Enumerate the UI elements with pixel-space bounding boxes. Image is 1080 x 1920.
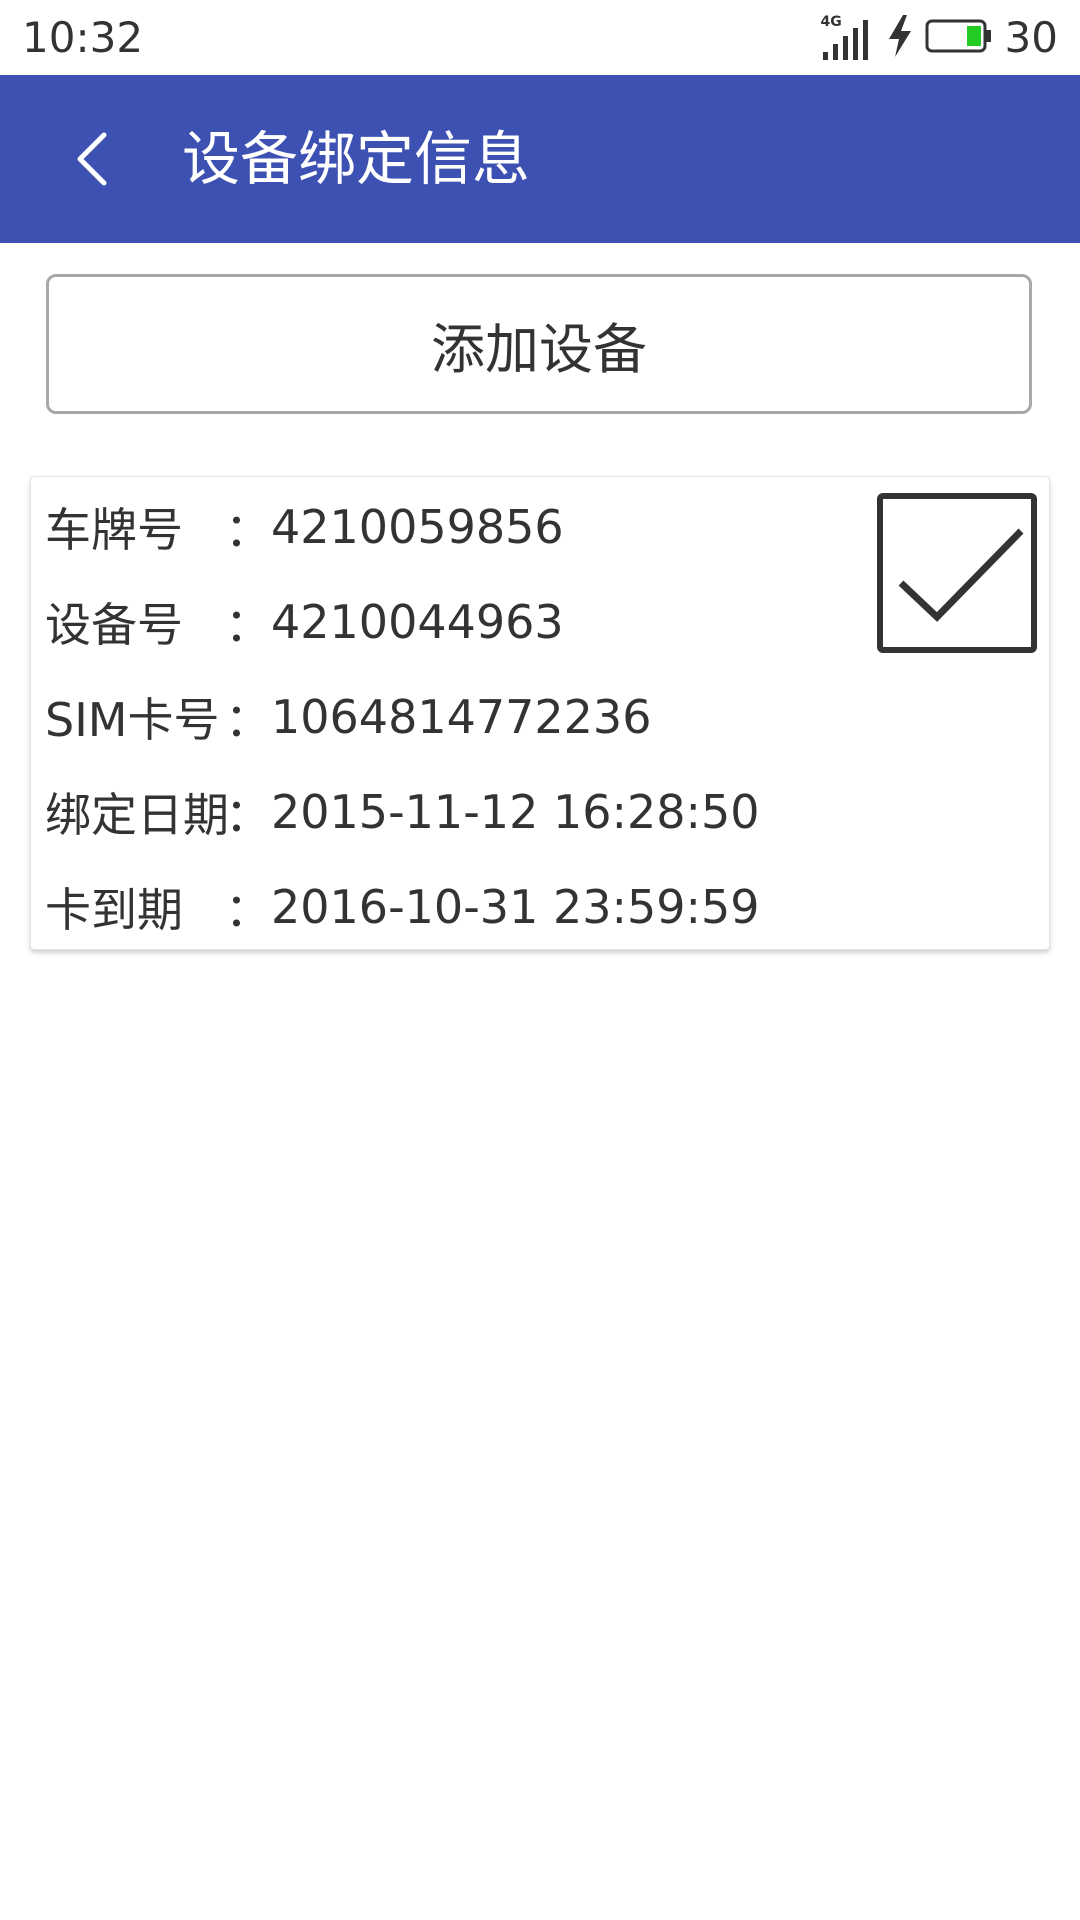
chevron-left-icon <box>77 132 107 186</box>
info-colon: ： <box>225 503 271 557</box>
back-button[interactable] <box>50 117 134 201</box>
info-colon: ： <box>225 598 271 652</box>
info-colon: ： <box>225 883 271 937</box>
info-label: 设备号 <box>45 598 183 652</box>
device-number-row: 设备号 ： 4210044963 <box>45 592 564 652</box>
info-value: 4210044963 <box>271 595 564 649</box>
card-expiry-row: 卡到期 ： 2016-10-31 23:59:59 <box>45 877 760 937</box>
device-card[interactable]: 车牌号 ： 4210059856 设备号 ： 4210044963 SIM卡号 … <box>30 476 1050 950</box>
info-colon: ： <box>225 693 271 747</box>
info-label: 车牌号 <box>45 503 183 557</box>
network-type: 4G <box>820 14 842 30</box>
page-title: 设备绑定信息 <box>182 125 531 193</box>
info-value: 2016-10-31 23:59:59 <box>271 880 760 934</box>
status-bar: 10:32 4G 30 <box>0 0 1080 75</box>
info-label: 卡到期 <box>45 883 183 937</box>
app-bar: 设备绑定信息 <box>0 75 1080 243</box>
info-label: SIM卡号 <box>45 693 220 747</box>
charging-icon <box>887 15 913 61</box>
info-value: 1064814772236 <box>271 690 652 744</box>
signal-icon: 4G <box>819 14 875 60</box>
bind-date-row: 绑定日期 ： 2015-11-12 16:28:50 <box>45 782 760 842</box>
check-icon <box>898 528 1024 622</box>
add-device-button[interactable]: 添加设备 <box>46 274 1032 414</box>
plate-number-row: 车牌号 ： 4210059856 <box>45 497 564 557</box>
info-value: 2015-11-12 16:28:50 <box>271 785 760 839</box>
info-colon: ： <box>225 788 271 842</box>
status-time: 10:32 <box>22 13 144 62</box>
info-value: 4210059856 <box>271 500 564 554</box>
status-icons: 4G 30 <box>819 12 1058 64</box>
battery-level: 30 <box>1004 13 1058 62</box>
info-label: 绑定日期 <box>45 788 229 842</box>
device-select-checkbox[interactable] <box>877 493 1037 653</box>
sim-number-row: SIM卡号 ： 1064814772236 <box>45 687 651 747</box>
battery-icon <box>925 19 993 57</box>
